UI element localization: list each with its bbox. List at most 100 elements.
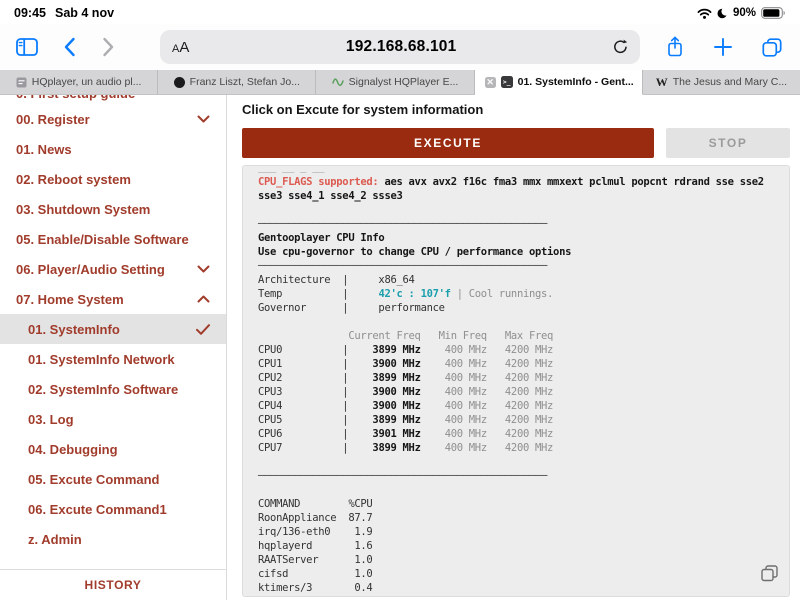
sidebar-item-label: 01. SystemInfo Network [28, 352, 175, 367]
new-tab-button[interactable] [714, 38, 732, 56]
share-button[interactable] [666, 36, 684, 58]
tab-4[interactable]: ✕ >_ 01. SystemInfo - Gent... [475, 70, 643, 95]
terminal-line: CPU4 | 3900 MHz 400 MHz 4200 MHz [258, 399, 781, 413]
terminal-line: CPU6 | 3901 MHz 400 MHz 4200 MHz [258, 427, 781, 441]
terminal-line: Current Freq Min Freq Max Freq [258, 329, 781, 343]
terminal-line: COMMAND %CPU [258, 497, 781, 511]
terminal-line: CPU2 | 3899 MHz 400 MHz 4200 MHz [258, 371, 781, 385]
sidebar-item-label: 03. Shutdown System [16, 202, 150, 217]
terminal-line: Architecture | x86_64 [258, 273, 781, 287]
tab-label: HQplayer, un audio pl... [32, 76, 142, 88]
sidebar-toggle-button[interactable] [16, 38, 38, 56]
terminal-line: RoonAppliance 87.7 [258, 511, 781, 525]
terminal-line: ────────────────────────────────────────… [258, 259, 781, 273]
copy-icon[interactable] [761, 565, 778, 587]
instruction-text: Click on Excute for system information [242, 102, 790, 117]
chevron-down-icon [197, 265, 210, 273]
sidebar-item-02-systeminfo-software[interactable]: 02. SystemInfo Software [0, 374, 226, 404]
sidebar-item-03-shutdown-system[interactable]: 03. Shutdown System [0, 194, 226, 224]
checkmark-icon [196, 324, 210, 335]
tab-label: Franz Liszt, Stefan Jo... [190, 76, 300, 88]
address-bar[interactable]: AA 192.168.68.101 [160, 30, 640, 64]
terminal-line: Gentooplayer CPU Info [258, 231, 781, 245]
sidebar-item-z-admin[interactable]: z. Admin [0, 524, 226, 554]
main-panel: Click on Excute for system information E… [227, 95, 800, 600]
close-tab-icon[interactable]: ✕ [485, 77, 496, 88]
chevron-up-icon [197, 295, 210, 303]
reload-icon[interactable] [613, 39, 628, 55]
sidebar-item-label: 06. Excute Command1 [28, 502, 167, 517]
forward-button[interactable] [102, 37, 114, 57]
sidebar-item-label: 02. Reboot system [16, 172, 131, 187]
sidebar-item-label: 05. Enable/Disable Software [16, 232, 189, 247]
terminal-line: CPU1 | 3900 MHz 400 MHz 4200 MHz [258, 357, 781, 371]
terminal-line: irq/136-eth0 1.9 [258, 525, 781, 539]
sidebar-item-label: 02. SystemInfo Software [28, 382, 178, 397]
browser-toolbar: AA 192.168.68.101 [0, 24, 800, 70]
terminal-line: Temp | 42'c : 107'f | Cool runnings. [258, 287, 781, 301]
terminal-line: ktimers/3 0.4 [258, 581, 781, 595]
sidebar-item-01-systeminfo[interactable]: 01. SystemInfo [0, 314, 226, 344]
execute-button[interactable]: EXECUTE [242, 128, 654, 158]
url-text[interactable]: 192.168.68.101 [189, 38, 613, 56]
terminal-line [258, 483, 781, 497]
sidebar-item-label: 07. Home System [16, 292, 124, 307]
clock-time: 09:45 [14, 6, 46, 20]
terminal-output: ___ __ _ __CPU_FLAGS supported: aes avx … [242, 165, 790, 597]
sidebar-item-06-excute-command1[interactable]: 06. Excute Command1 [0, 494, 226, 524]
wikipedia-w-icon: W [656, 75, 668, 90]
tab-5[interactable]: W The Jesus and Mary C... [643, 70, 800, 95]
back-button[interactable] [64, 37, 76, 57]
sidebar-item-label: 06. Player/Audio Setting [16, 262, 165, 277]
terminal-line: CPU5 | 3899 MHz 400 MHz 4200 MHz [258, 413, 781, 427]
sidebar-item-05-enable-disable-software[interactable]: 05. Enable/Disable Software [0, 224, 226, 254]
terminal-line: CPU0 | 3899 MHz 400 MHz 4200 MHz [258, 343, 781, 357]
sidebar-item-label: z. Admin [28, 532, 82, 547]
tab-label: 01. SystemInfo - Gent... [518, 76, 634, 88]
tab-label: The Jesus and Mary C... [673, 76, 787, 88]
clock-date: Sab 4 nov [55, 6, 114, 20]
chevron-down-icon [197, 115, 210, 123]
wifi-icon [697, 8, 712, 19]
terminal-clipped-line: ___ __ _ __ [258, 168, 781, 175]
sidebar-item-label: 01. SystemInfo [28, 322, 120, 337]
sidebar-item-label: 04. Debugging [28, 442, 118, 457]
status-bar: 09:45 Sab 4 nov 90% [0, 0, 800, 24]
sidebar-item-06-player-audio-setting[interactable]: 06. Player/Audio Setting [0, 254, 226, 284]
sidebar-item-clipped[interactable]: 0. First setup guide [0, 95, 226, 104]
battery-icon [761, 7, 786, 19]
stop-button[interactable]: STOP [666, 128, 790, 158]
terminal-line: CPU_FLAGS supported: aes avx avx2 f16c f… [258, 175, 781, 189]
sidebar-item-04-debugging[interactable]: 04. Debugging [0, 434, 226, 464]
forum-icon [16, 77, 27, 88]
sidebar-item-label: 01. News [16, 142, 72, 157]
sidebar-item-00-register[interactable]: 00. Register [0, 104, 226, 134]
tab-2[interactable]: Franz Liszt, Stefan Jo... [158, 70, 316, 95]
signalyst-icon [332, 76, 344, 88]
battery-percent: 90% [733, 7, 756, 19]
terminal-line: sse3 sse4_1 sse4_2 ssse3 [258, 189, 781, 203]
sidebar-item-label: 03. Log [28, 412, 74, 427]
sidebar-item-03-log[interactable]: 03. Log [0, 404, 226, 434]
tab-1[interactable]: HQplayer, un audio pl... [0, 70, 158, 95]
terminal-line [258, 203, 781, 217]
tab-bar: HQplayer, un audio pl... Franz Liszt, Ste… [0, 70, 800, 95]
sidebar-item-02-reboot-system[interactable]: 02. Reboot system [0, 164, 226, 194]
terminal-line: Use cpu-governor to change CPU / perform… [258, 245, 781, 259]
terminal-line [258, 455, 781, 469]
sidebar-item-01-news[interactable]: 01. News [0, 134, 226, 164]
sidebar-item-01-systeminfo-network[interactable]: 01. SystemInfo Network [0, 344, 226, 374]
tab-overview-button[interactable] [762, 38, 782, 57]
terminal-icon: >_ [501, 76, 513, 88]
sidebar-item-07-home-system[interactable]: 07. Home System [0, 284, 226, 314]
tab-3[interactable]: Signalyst HQPlayer E... [316, 70, 474, 95]
text-size-button[interactable]: AA [172, 39, 189, 56]
black-circle-icon [174, 77, 185, 88]
sidebar-item-05-excute-command[interactable]: 05. Excute Command [0, 464, 226, 494]
terminal-line: cifsd 1.0 [258, 567, 781, 581]
safari-window: 09:45 Sab 4 nov 90% [0, 0, 800, 600]
history-button[interactable]: HISTORY [0, 569, 226, 600]
sidebar-item-label: 05. Excute Command [28, 472, 160, 487]
tab-label: Signalyst HQPlayer E... [349, 76, 459, 88]
terminal-line: hqplayerd 1.6 [258, 539, 781, 553]
